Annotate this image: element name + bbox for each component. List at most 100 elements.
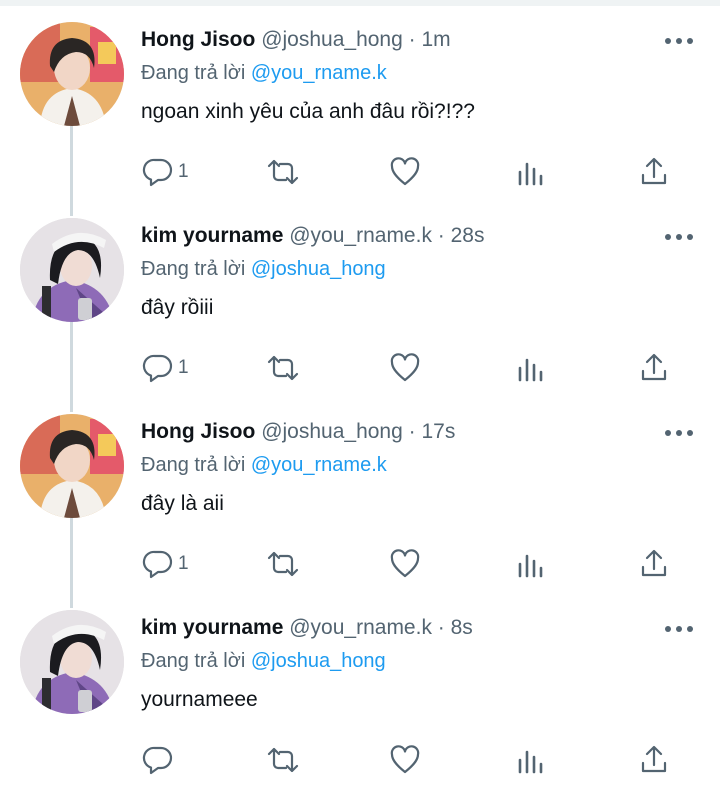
separator-dot: · (402, 28, 422, 51)
replying-to-link[interactable]: @you_rname.k (251, 62, 387, 84)
share-button[interactable] (638, 544, 670, 584)
tweet[interactable]: kim yourname @you_rname.k · 28s Đang trả… (0, 218, 720, 414)
more-icon[interactable] (662, 34, 696, 48)
yourname-avatar-image (20, 610, 124, 714)
timestamp[interactable]: 8s (451, 616, 473, 639)
replying-to-link[interactable]: @joshua_hong (251, 650, 386, 672)
tweet-text: ngoan xinh yêu của anh đâu rồi?!?? (141, 100, 475, 123)
display-name[interactable]: kim yourname (141, 616, 283, 639)
retweet-icon (267, 159, 299, 185)
views-button[interactable] (516, 740, 546, 780)
retweet-button[interactable] (266, 152, 300, 192)
tweet-text: đây rồiii (141, 296, 214, 319)
like-button[interactable] (389, 348, 421, 388)
joshua-avatar-image (20, 414, 124, 518)
reply-count: 1 (178, 553, 189, 574)
heart-icon (390, 353, 420, 382)
reply-button[interactable]: 1 (142, 348, 189, 388)
timestamp[interactable]: 1m (421, 28, 450, 51)
retweet-icon (267, 747, 299, 773)
timestamp[interactable]: 28s (451, 224, 485, 247)
analytics-icon (518, 750, 543, 774)
more-icon[interactable] (662, 622, 696, 636)
reply-button[interactable]: 1 (142, 152, 189, 192)
top-divider (0, 0, 720, 6)
separator-dot: · (402, 420, 422, 443)
share-icon (641, 745, 667, 773)
replying-to-link[interactable]: @joshua_hong (251, 258, 386, 280)
like-button[interactable] (389, 152, 421, 192)
user-handle[interactable]: @you_rname.k (289, 224, 432, 247)
share-icon (641, 549, 667, 577)
yourname-avatar-image (20, 218, 124, 322)
reply-count: 1 (178, 161, 189, 182)
more-icon[interactable] (662, 230, 696, 244)
reply-button[interactable] (142, 740, 178, 780)
tweet-text: yournameee (141, 688, 258, 711)
user-handle[interactable]: @joshua_hong (261, 420, 403, 443)
tweet-text: đây là aii (141, 492, 224, 515)
more-icon[interactable] (662, 426, 696, 440)
comment-icon (142, 746, 173, 775)
like-button[interactable] (389, 740, 421, 780)
replying-to: Đang trả lời @joshua_hong (141, 258, 386, 281)
comment-icon (142, 158, 173, 187)
separator-dot: · (431, 224, 451, 247)
tweet-header: Hong Jisoo @joshua_hong · 17s (141, 420, 455, 444)
replying-to-label: Đang trả lời (141, 62, 251, 84)
tweet-header: kim yourname @you_rname.k · 28s (141, 224, 484, 248)
heart-icon (390, 549, 420, 578)
replying-to: Đang trả lời @you_rname.k (141, 454, 387, 477)
avatar-joshua[interactable] (20, 414, 124, 518)
heart-icon (390, 157, 420, 186)
avatar-joshua[interactable] (20, 22, 124, 126)
reply-count: 1 (178, 357, 189, 378)
analytics-icon (518, 554, 543, 578)
retweet-icon (267, 355, 299, 381)
replying-to-label: Đang trả lời (141, 454, 251, 476)
share-icon (641, 353, 667, 381)
action-bar: 1 (0, 544, 720, 584)
action-bar (0, 740, 720, 780)
replying-to-label: Đang trả lời (141, 258, 251, 280)
analytics-icon (518, 358, 543, 382)
share-button[interactable] (638, 348, 670, 388)
tweet[interactable]: kim yourname @you_rname.k · 8s Đang trả … (0, 610, 720, 806)
user-handle[interactable]: @joshua_hong (261, 28, 403, 51)
share-button[interactable] (638, 152, 670, 192)
tweet[interactable]: Hong Jisoo @joshua_hong · 1m Đang trả lờ… (0, 22, 720, 218)
share-icon (641, 157, 667, 185)
like-button[interactable] (389, 544, 421, 584)
reply-button[interactable]: 1 (142, 544, 189, 584)
heart-icon (390, 745, 420, 774)
joshua-avatar-image (20, 22, 124, 126)
user-handle[interactable]: @you_rname.k (289, 616, 432, 639)
avatar-yourname[interactable] (20, 218, 124, 322)
action-bar: 1 (0, 152, 720, 192)
action-bar: 1 (0, 348, 720, 388)
replying-to-link[interactable]: @you_rname.k (251, 454, 387, 476)
views-button[interactable] (516, 348, 546, 388)
replying-to: Đang trả lời @joshua_hong (141, 650, 386, 673)
comment-icon (142, 354, 173, 383)
replying-to-label: Đang trả lời (141, 650, 251, 672)
views-button[interactable] (516, 544, 546, 584)
views-button[interactable] (516, 152, 546, 192)
share-button[interactable] (638, 740, 670, 780)
tweet-header: kim yourname @you_rname.k · 8s (141, 616, 473, 640)
analytics-icon (518, 162, 543, 186)
comment-icon (142, 550, 173, 579)
display-name[interactable]: Hong Jisoo (141, 28, 255, 51)
retweet-icon (267, 551, 299, 577)
replying-to: Đang trả lời @you_rname.k (141, 62, 387, 85)
tweet-header: Hong Jisoo @joshua_hong · 1m (141, 28, 451, 52)
display-name[interactable]: kim yourname (141, 224, 283, 247)
retweet-button[interactable] (266, 348, 300, 388)
timestamp[interactable]: 17s (421, 420, 455, 443)
separator-dot: · (431, 616, 451, 639)
retweet-button[interactable] (266, 544, 300, 584)
tweet[interactable]: Hong Jisoo @joshua_hong · 17s Đang trả l… (0, 414, 720, 610)
avatar-yourname[interactable] (20, 610, 124, 714)
display-name[interactable]: Hong Jisoo (141, 420, 255, 443)
retweet-button[interactable] (266, 740, 300, 780)
